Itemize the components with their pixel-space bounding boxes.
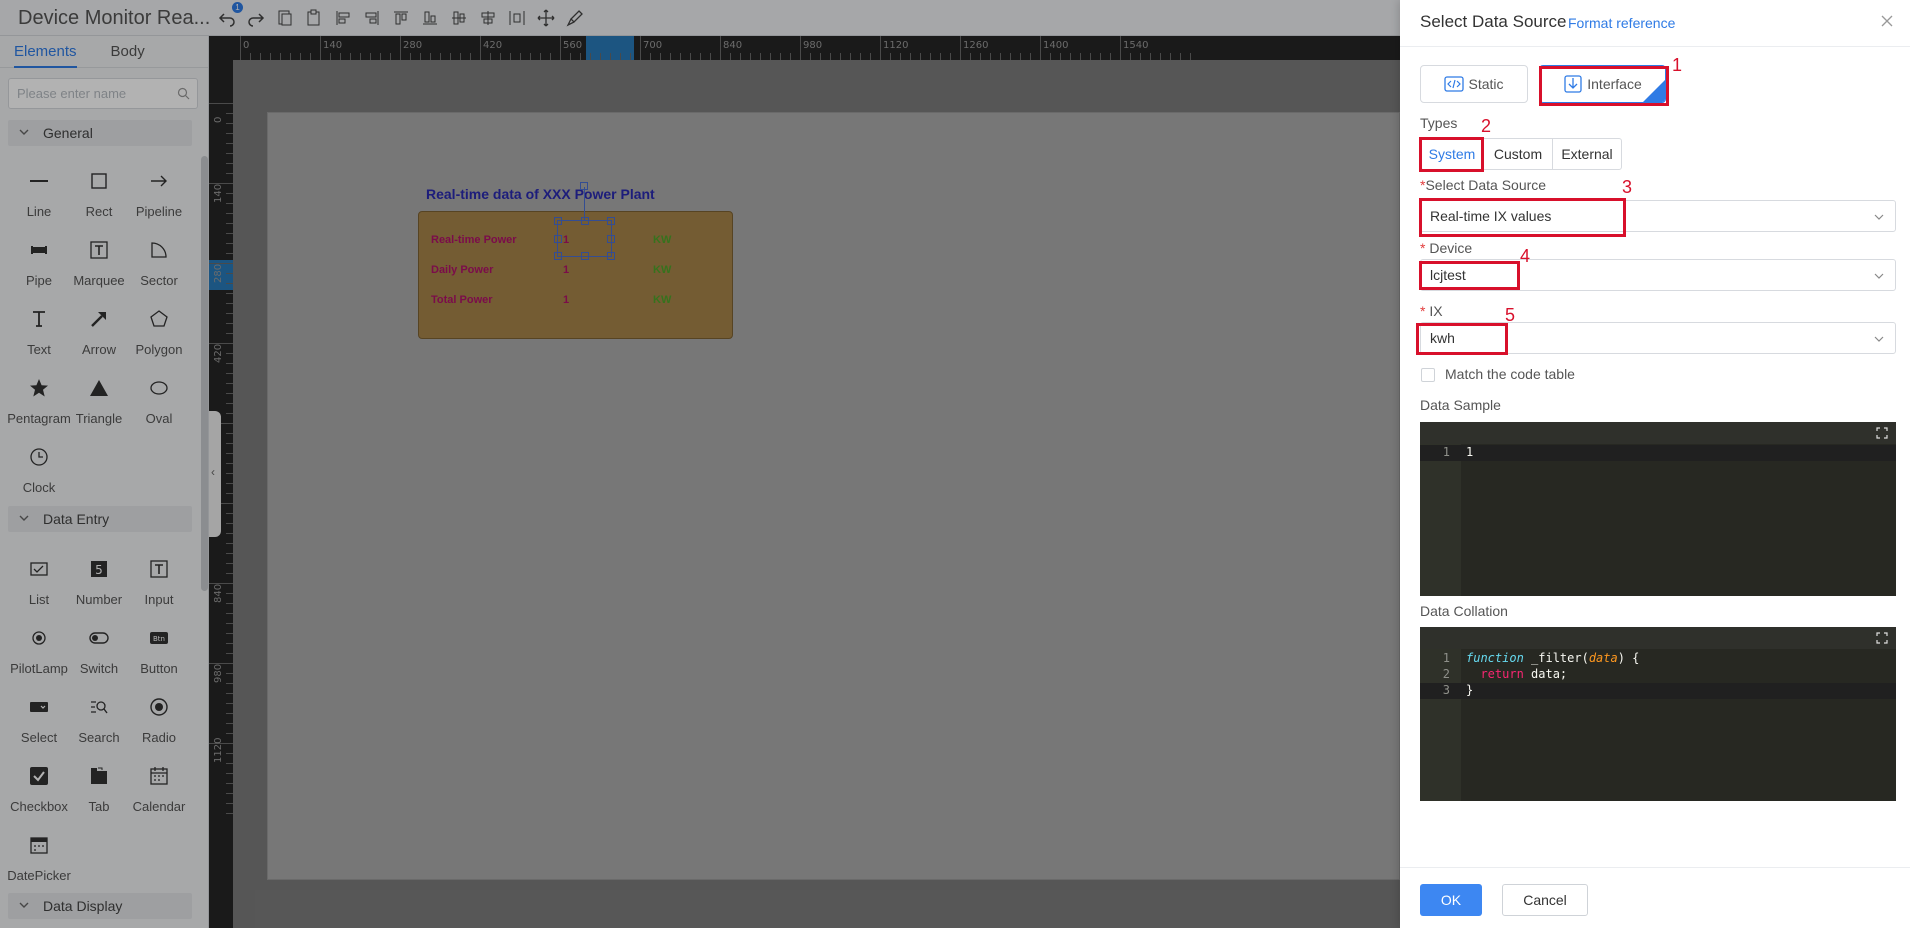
- match-code-table-label[interactable]: Match the code table: [1445, 366, 1575, 382]
- select-source-label-text: Select Data Source: [1425, 177, 1547, 193]
- annotation-box-1: [1539, 66, 1669, 106]
- line-number: 3: [1442, 683, 1450, 697]
- close-icon[interactable]: [1880, 14, 1894, 28]
- ok-button[interactable]: OK: [1420, 884, 1482, 916]
- annotation-number-2: 2: [1481, 116, 1492, 136]
- ix-label-text: IX: [1429, 303, 1443, 319]
- data-source-drawer: Select Data Source Format reference Stat…: [1400, 0, 1910, 928]
- editor-toolbar: [1420, 422, 1896, 444]
- annotation-box-3: [1419, 198, 1626, 237]
- modal-overlay[interactable]: [0, 0, 1400, 928]
- static-label: Static: [1468, 76, 1504, 92]
- annotation-number-1: 1: [1672, 55, 1683, 75]
- device-label: * Device: [1420, 240, 1473, 256]
- drawer-footer: OK Cancel: [1400, 867, 1910, 928]
- annotation-box-5: [1416, 323, 1508, 355]
- static-source-button[interactable]: Static: [1420, 65, 1528, 103]
- line-number: 1: [1442, 445, 1450, 459]
- fullscreen-icon[interactable]: [1876, 632, 1888, 644]
- code-line: 2 return data;: [1420, 667, 1896, 683]
- code-text: function _filter(data) {: [1466, 651, 1640, 665]
- chevron-down-icon: [1874, 214, 1884, 220]
- data-sample-label: Data Sample: [1420, 397, 1501, 413]
- match-code-table-checkbox[interactable]: [1421, 368, 1435, 382]
- chevron-down-icon: [1874, 336, 1884, 342]
- line-number: 2: [1442, 667, 1450, 681]
- line-number: 1: [1442, 651, 1450, 665]
- device-label-text: Device: [1429, 240, 1473, 256]
- data-collation-editor[interactable]: 1 function _filter(data) { 2 return data…: [1420, 627, 1896, 801]
- types-label: Types: [1420, 115, 1458, 131]
- cancel-button[interactable]: Cancel: [1502, 884, 1588, 916]
- code-line: 1 function _filter(data) {: [1420, 651, 1896, 667]
- editor-toolbar: [1420, 627, 1896, 649]
- annotation-number-4: 4: [1520, 246, 1531, 266]
- annotation-number-5: 5: [1505, 305, 1516, 325]
- editor-gutter: [1420, 444, 1461, 596]
- code-text: }: [1466, 683, 1474, 697]
- type-custom[interactable]: Custom: [1483, 138, 1553, 170]
- code-text: return data;: [1480, 667, 1568, 681]
- chevron-down-icon: [1874, 273, 1884, 279]
- annotation-number-3: 3: [1622, 177, 1633, 197]
- annotation-box-2: [1419, 137, 1484, 172]
- code-icon: [1444, 76, 1465, 92]
- ix-label: * IX: [1420, 303, 1443, 319]
- type-external[interactable]: External: [1552, 138, 1622, 170]
- format-reference-link[interactable]: Format reference: [1568, 15, 1675, 31]
- data-sample-editor[interactable]: 1 1: [1420, 422, 1896, 596]
- fullscreen-icon[interactable]: [1876, 427, 1888, 439]
- annotation-box-4: [1419, 261, 1520, 290]
- drawer-title: Select Data Source: [1420, 12, 1567, 31]
- code-line: 1 1: [1420, 445, 1896, 461]
- select-source-label: *Select Data Source: [1420, 177, 1547, 193]
- code-line: 3 }: [1420, 683, 1896, 699]
- data-collation-label: Data Collation: [1420, 603, 1508, 619]
- code-text: 1: [1466, 445, 1474, 459]
- drawer-header: Select Data Source Format reference: [1400, 0, 1910, 47]
